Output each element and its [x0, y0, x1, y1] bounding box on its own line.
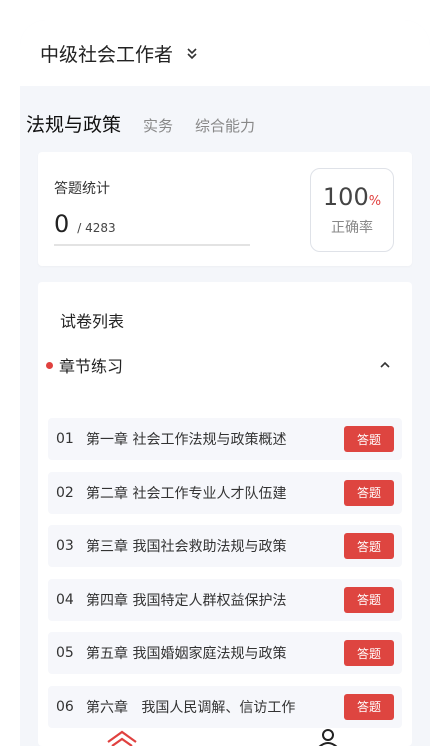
- item-title: 第四章 我国特定人群权益保护法: [86, 592, 287, 609]
- section-dot: [46, 361, 53, 369]
- tab-practice[interactable]: 实务: [143, 115, 173, 136]
- exam-title: 中级社会工作者: [40, 43, 174, 66]
- item-number: 03: [56, 538, 74, 555]
- list-item[interactable]: 02 第二章 社会工作专业人才队伍建 答题: [48, 471, 402, 514]
- accuracy-box: 100% 正确率: [310, 168, 394, 252]
- item-title: 第六章 我国人民调解、信访工作: [86, 699, 296, 716]
- list-item[interactable]: 04 第四章 我国特定人群权益保护法 答题: [48, 578, 402, 621]
- list-item[interactable]: 05 第五章 我国婚姻家庭法规与政策 答题: [48, 632, 402, 675]
- user-icon[interactable]: [318, 729, 338, 746]
- app-container: 中级社会工作者 法规与政策 实务 综合能力 答题统计 0 / 4283 100%…: [20, 20, 430, 746]
- paper-list-panel: 试卷列表 章节练习 01 第一章 社会工作法规与政策概述 答题 02 第二章 社…: [38, 282, 412, 746]
- answered-count: 0: [54, 210, 70, 238]
- item-title: 第二章 社会工作专业人才队伍建: [86, 485, 287, 502]
- item-number: 02: [56, 484, 74, 501]
- item-number: 04: [56, 591, 74, 608]
- tab-comprehensive[interactable]: 综合能力: [195, 115, 255, 136]
- item-number: 01: [56, 431, 74, 447]
- item-number: 05: [56, 645, 74, 662]
- list-item[interactable]: 06 第六章 我国人民调解、信访工作 答题: [48, 685, 402, 728]
- total-count: / 4283: [77, 221, 116, 235]
- section-title: 章节练习: [59, 357, 124, 376]
- answer-button[interactable]: 答题: [344, 533, 394, 560]
- item-number: 06: [56, 698, 74, 715]
- answer-stats-card: 答题统计 0 / 4283 100% 正确率: [38, 152, 412, 266]
- answer-count: 0 / 4283: [54, 210, 116, 238]
- home-icon[interactable]: [107, 730, 137, 746]
- answer-button[interactable]: 答题: [344, 693, 394, 720]
- list-item[interactable]: 03 第三章 我国社会救助法规与政策 答题: [48, 525, 402, 568]
- section-chapter-practice[interactable]: 章节练习: [46, 352, 398, 378]
- chevron-down-icon: [187, 48, 197, 60]
- chevron-up-icon[interactable]: [378, 358, 392, 372]
- item-title: 第一章 社会工作法规与政策概述: [86, 432, 287, 448]
- answer-button[interactable]: 答题: [344, 426, 394, 452]
- accuracy-symbol: %: [368, 194, 382, 209]
- chapter-list: 01 第一章 社会工作法规与政策概述 答题 02 第二章 社会工作专业人才队伍建…: [48, 418, 402, 740]
- list-item[interactable]: 01 第一章 社会工作法规与政策概述 答题: [48, 418, 402, 460]
- accuracy-label: 正确率: [331, 220, 373, 236]
- answer-button[interactable]: 答题: [344, 586, 394, 613]
- bottom-nav: [107, 729, 338, 746]
- answer-button[interactable]: 答题: [344, 640, 394, 667]
- tab-regulations[interactable]: 法规与政策: [26, 110, 121, 137]
- subject-tabs: 法规与政策 实务 综合能力: [26, 110, 277, 146]
- progress-line: [54, 244, 250, 246]
- answer-button[interactable]: 答题: [344, 479, 394, 506]
- exam-selector[interactable]: 中级社会工作者: [20, 20, 430, 86]
- item-title: 第五章 我国婚姻家庭法规与政策: [86, 646, 287, 663]
- accuracy-value: 100: [322, 183, 369, 211]
- paper-list-title: 试卷列表: [60, 312, 125, 331]
- stats-label: 答题统计: [54, 181, 110, 197]
- item-title: 第三章 我国社会救助法规与政策: [86, 539, 287, 556]
